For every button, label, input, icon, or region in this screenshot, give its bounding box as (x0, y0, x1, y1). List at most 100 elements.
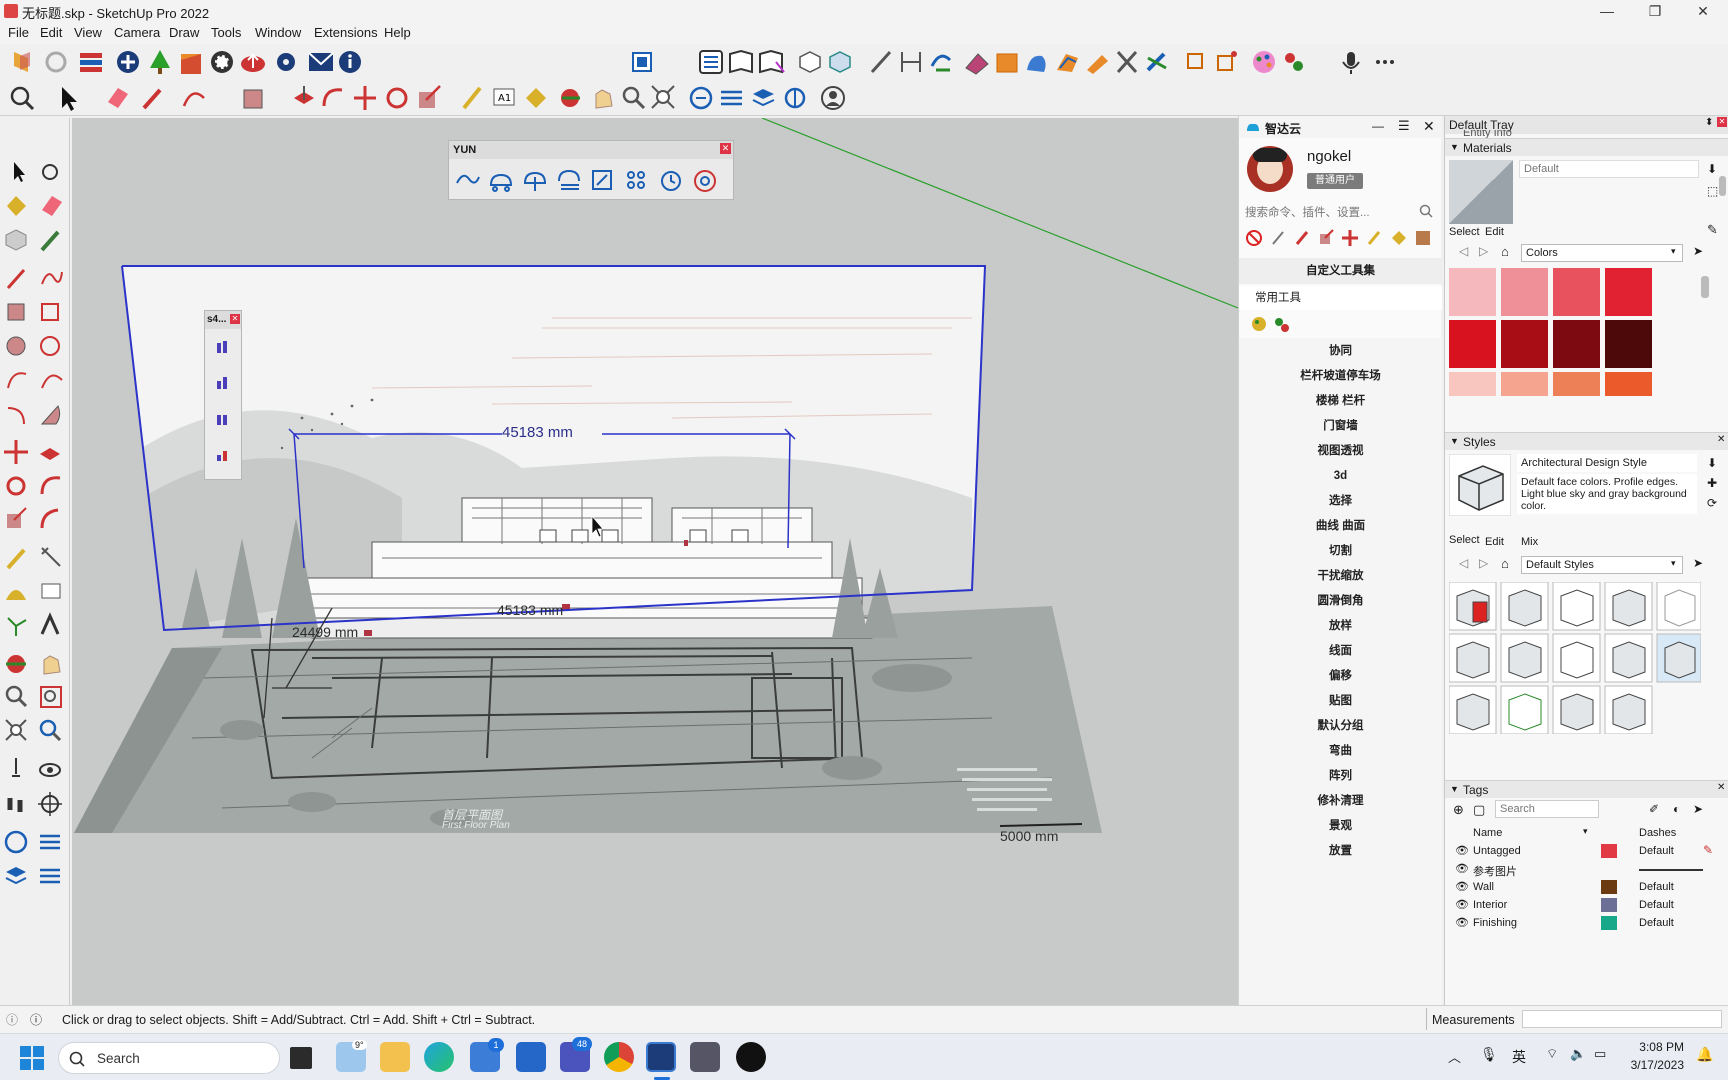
update-style-icon[interactable]: ⬇ (1707, 456, 1717, 470)
mail-app-icon[interactable] (516, 1042, 546, 1072)
zhida-search-input[interactable]: 搜索命令、插件、设置... (1239, 199, 1442, 223)
tag-row[interactable]: 👁 Interior Default (1445, 896, 1728, 914)
left-toolbar-icons[interactable] (4, 158, 66, 978)
zhida-item-7[interactable]: 选择 (1239, 488, 1442, 515)
eyedropper-icon[interactable]: ✎ (1707, 222, 1718, 238)
zhida-close[interactable]: ✕ (1423, 118, 1435, 135)
swatch[interactable] (1605, 372, 1652, 396)
battery-icon[interactable]: ▭ (1594, 1046, 1606, 1062)
tray-close[interactable]: ✕ (1717, 117, 1727, 127)
s4-toolbar-close[interactable]: ✕ (230, 314, 240, 324)
tag-dashes[interactable]: Default (1639, 917, 1674, 929)
task-view-icon[interactable] (290, 1047, 312, 1069)
close-button[interactable]: ✕ (1680, 0, 1726, 22)
toolbar-row-2-icons[interactable]: A1 (8, 84, 908, 114)
zhida-item-20[interactable]: 景观 (1239, 813, 1442, 840)
back-icon[interactable]: ◁ (1459, 244, 1468, 258)
zhida-item-9[interactable]: 切割 (1239, 538, 1442, 565)
swatch[interactable] (1501, 320, 1548, 368)
zhida-custom-toolset[interactable]: 自定义工具集 (1239, 258, 1442, 284)
zhida-menu-icon[interactable]: ☰ (1398, 118, 1410, 134)
eye-icon[interactable]: 👁 (1455, 862, 1469, 875)
zhida-item-2[interactable]: 栏杆坡道停车场 (1239, 363, 1442, 390)
instructor-icon[interactable]: ⓘ (30, 1011, 42, 1028)
clock-date[interactable]: 3/17/2023 (1620, 1058, 1684, 1072)
zhida-item-6[interactable]: 3d (1239, 463, 1442, 490)
materials-edit-tab[interactable]: Edit (1485, 226, 1504, 238)
zhida-item-10[interactable]: 干扰缩放 (1239, 563, 1442, 590)
dimension-ground-label[interactable]: 45183 mm (497, 602, 563, 618)
sort-chevron-icon[interactable]: ▾ (1583, 826, 1588, 837)
zhida-item-8[interactable]: 曲线 曲面 (1239, 513, 1442, 540)
zhida-common-icons[interactable] (1251, 314, 1291, 334)
tags-close[interactable]: ✕ (1717, 782, 1725, 793)
tag-row[interactable]: 👁 Untagged Default ✎ (1445, 842, 1728, 860)
dimension-top-label[interactable]: 45183 mm (502, 424, 573, 441)
yun-toolbar-close[interactable]: ✕ (720, 143, 731, 154)
zhida-item-14[interactable]: 偏移 (1239, 663, 1442, 690)
zhida-item-3[interactable]: 楼梯 栏杆 (1239, 388, 1442, 415)
tags-collapse-icon[interactable]: ▼ (1450, 784, 1459, 794)
tag-dashes[interactable]: Default (1639, 899, 1674, 911)
zhida-item-4[interactable]: 门窗墙 (1239, 413, 1442, 440)
tags-details-icon[interactable]: ➤ (1693, 802, 1703, 816)
yun-toolbar-icons[interactable] (453, 167, 729, 195)
file-explorer-icon[interactable] (380, 1042, 410, 1072)
eye-icon[interactable]: 👁 (1455, 880, 1469, 893)
taskbar-search[interactable]: Search (58, 1042, 280, 1074)
dimension-side-label[interactable]: 24499 mm (292, 624, 358, 640)
swatch[interactable] (1553, 268, 1600, 316)
tray-pin-icon[interactable]: ⬍ (1705, 117, 1713, 128)
clock-time[interactable]: 3:08 PM (1628, 1040, 1684, 1054)
minimize-button[interactable]: — (1584, 0, 1630, 22)
zhida-item-21[interactable]: 放置 (1239, 838, 1442, 865)
materials-library-select[interactable]: Colors (1521, 244, 1683, 262)
tag-color[interactable] (1601, 844, 1617, 858)
zhida-item-12[interactable]: 放样 (1239, 613, 1442, 640)
s4-toolbar-icons[interactable] (213, 339, 235, 475)
geo-location-icon[interactable]: ⓘ (6, 1011, 18, 1028)
menu-help[interactable]: Help (384, 25, 411, 40)
menu-file[interactable]: File (8, 25, 29, 40)
dimension-scale-label[interactable]: 5000 mm (1000, 828, 1058, 844)
create-style-icon[interactable]: ✚ (1707, 476, 1717, 490)
col-name[interactable]: Name (1473, 827, 1502, 839)
record-app-icon[interactable] (736, 1042, 766, 1072)
zhida-common-tools[interactable]: 常用工具 (1239, 286, 1442, 310)
tag-tool-icon[interactable]: ✐ (1649, 802, 1659, 816)
swatch[interactable] (1449, 268, 1496, 316)
zhida-item-5[interactable]: 视图透视 (1239, 438, 1442, 465)
wifi-icon[interactable]: ⌔ (1546, 1046, 1558, 1062)
mic-tray-icon[interactable]: 🎙 (1480, 1046, 1498, 1063)
styles-collapse-icon[interactable]: ▼ (1450, 436, 1459, 446)
styles-details-icon[interactable]: ➤ (1693, 556, 1703, 570)
menu-draw[interactable]: Draw (169, 25, 199, 40)
entity-info-header[interactable]: Entity Info (1463, 130, 1512, 138)
zhida-minimize[interactable]: — (1372, 119, 1384, 133)
tray-chevron-icon[interactable]: ︿ (1448, 1047, 1461, 1066)
menu-view[interactable]: View (74, 25, 102, 40)
swatch[interactable] (1553, 372, 1600, 396)
tags-search-input[interactable]: Search (1495, 800, 1599, 818)
measurements-input[interactable] (1522, 1010, 1722, 1028)
menu-extensions[interactable]: Extensions (314, 25, 378, 40)
sketchup-taskbar-icon[interactable] (646, 1042, 676, 1072)
swatch[interactable] (1553, 320, 1600, 368)
ime-indicator[interactable]: 英 (1512, 1047, 1526, 1067)
styles-back-icon[interactable]: ◁ (1459, 556, 1468, 570)
tag-row[interactable]: 👁 Wall Default (1445, 878, 1728, 896)
forward-icon[interactable]: ▷ (1479, 244, 1488, 258)
swatch[interactable] (1605, 268, 1652, 316)
tags-header[interactable]: Tags (1445, 780, 1728, 798)
material-cube-icon[interactable]: ⬚ (1707, 184, 1718, 198)
styles-forward-icon[interactable]: ▷ (1479, 556, 1488, 570)
swatch[interactable] (1449, 372, 1496, 396)
zhida-item-11[interactable]: 圆滑倒角 (1239, 588, 1442, 615)
materials-collapse-icon[interactable]: ▼ (1450, 142, 1459, 152)
avatar[interactable] (1247, 146, 1293, 192)
menu-tools[interactable]: Tools (211, 25, 241, 40)
styles-select-tab[interactable]: Select (1449, 534, 1480, 546)
create-material-icon[interactable]: ⬇ (1707, 162, 1717, 176)
tag-dashes[interactable]: Default (1639, 881, 1674, 893)
materials-scrollbar[interactable] (1701, 276, 1709, 298)
